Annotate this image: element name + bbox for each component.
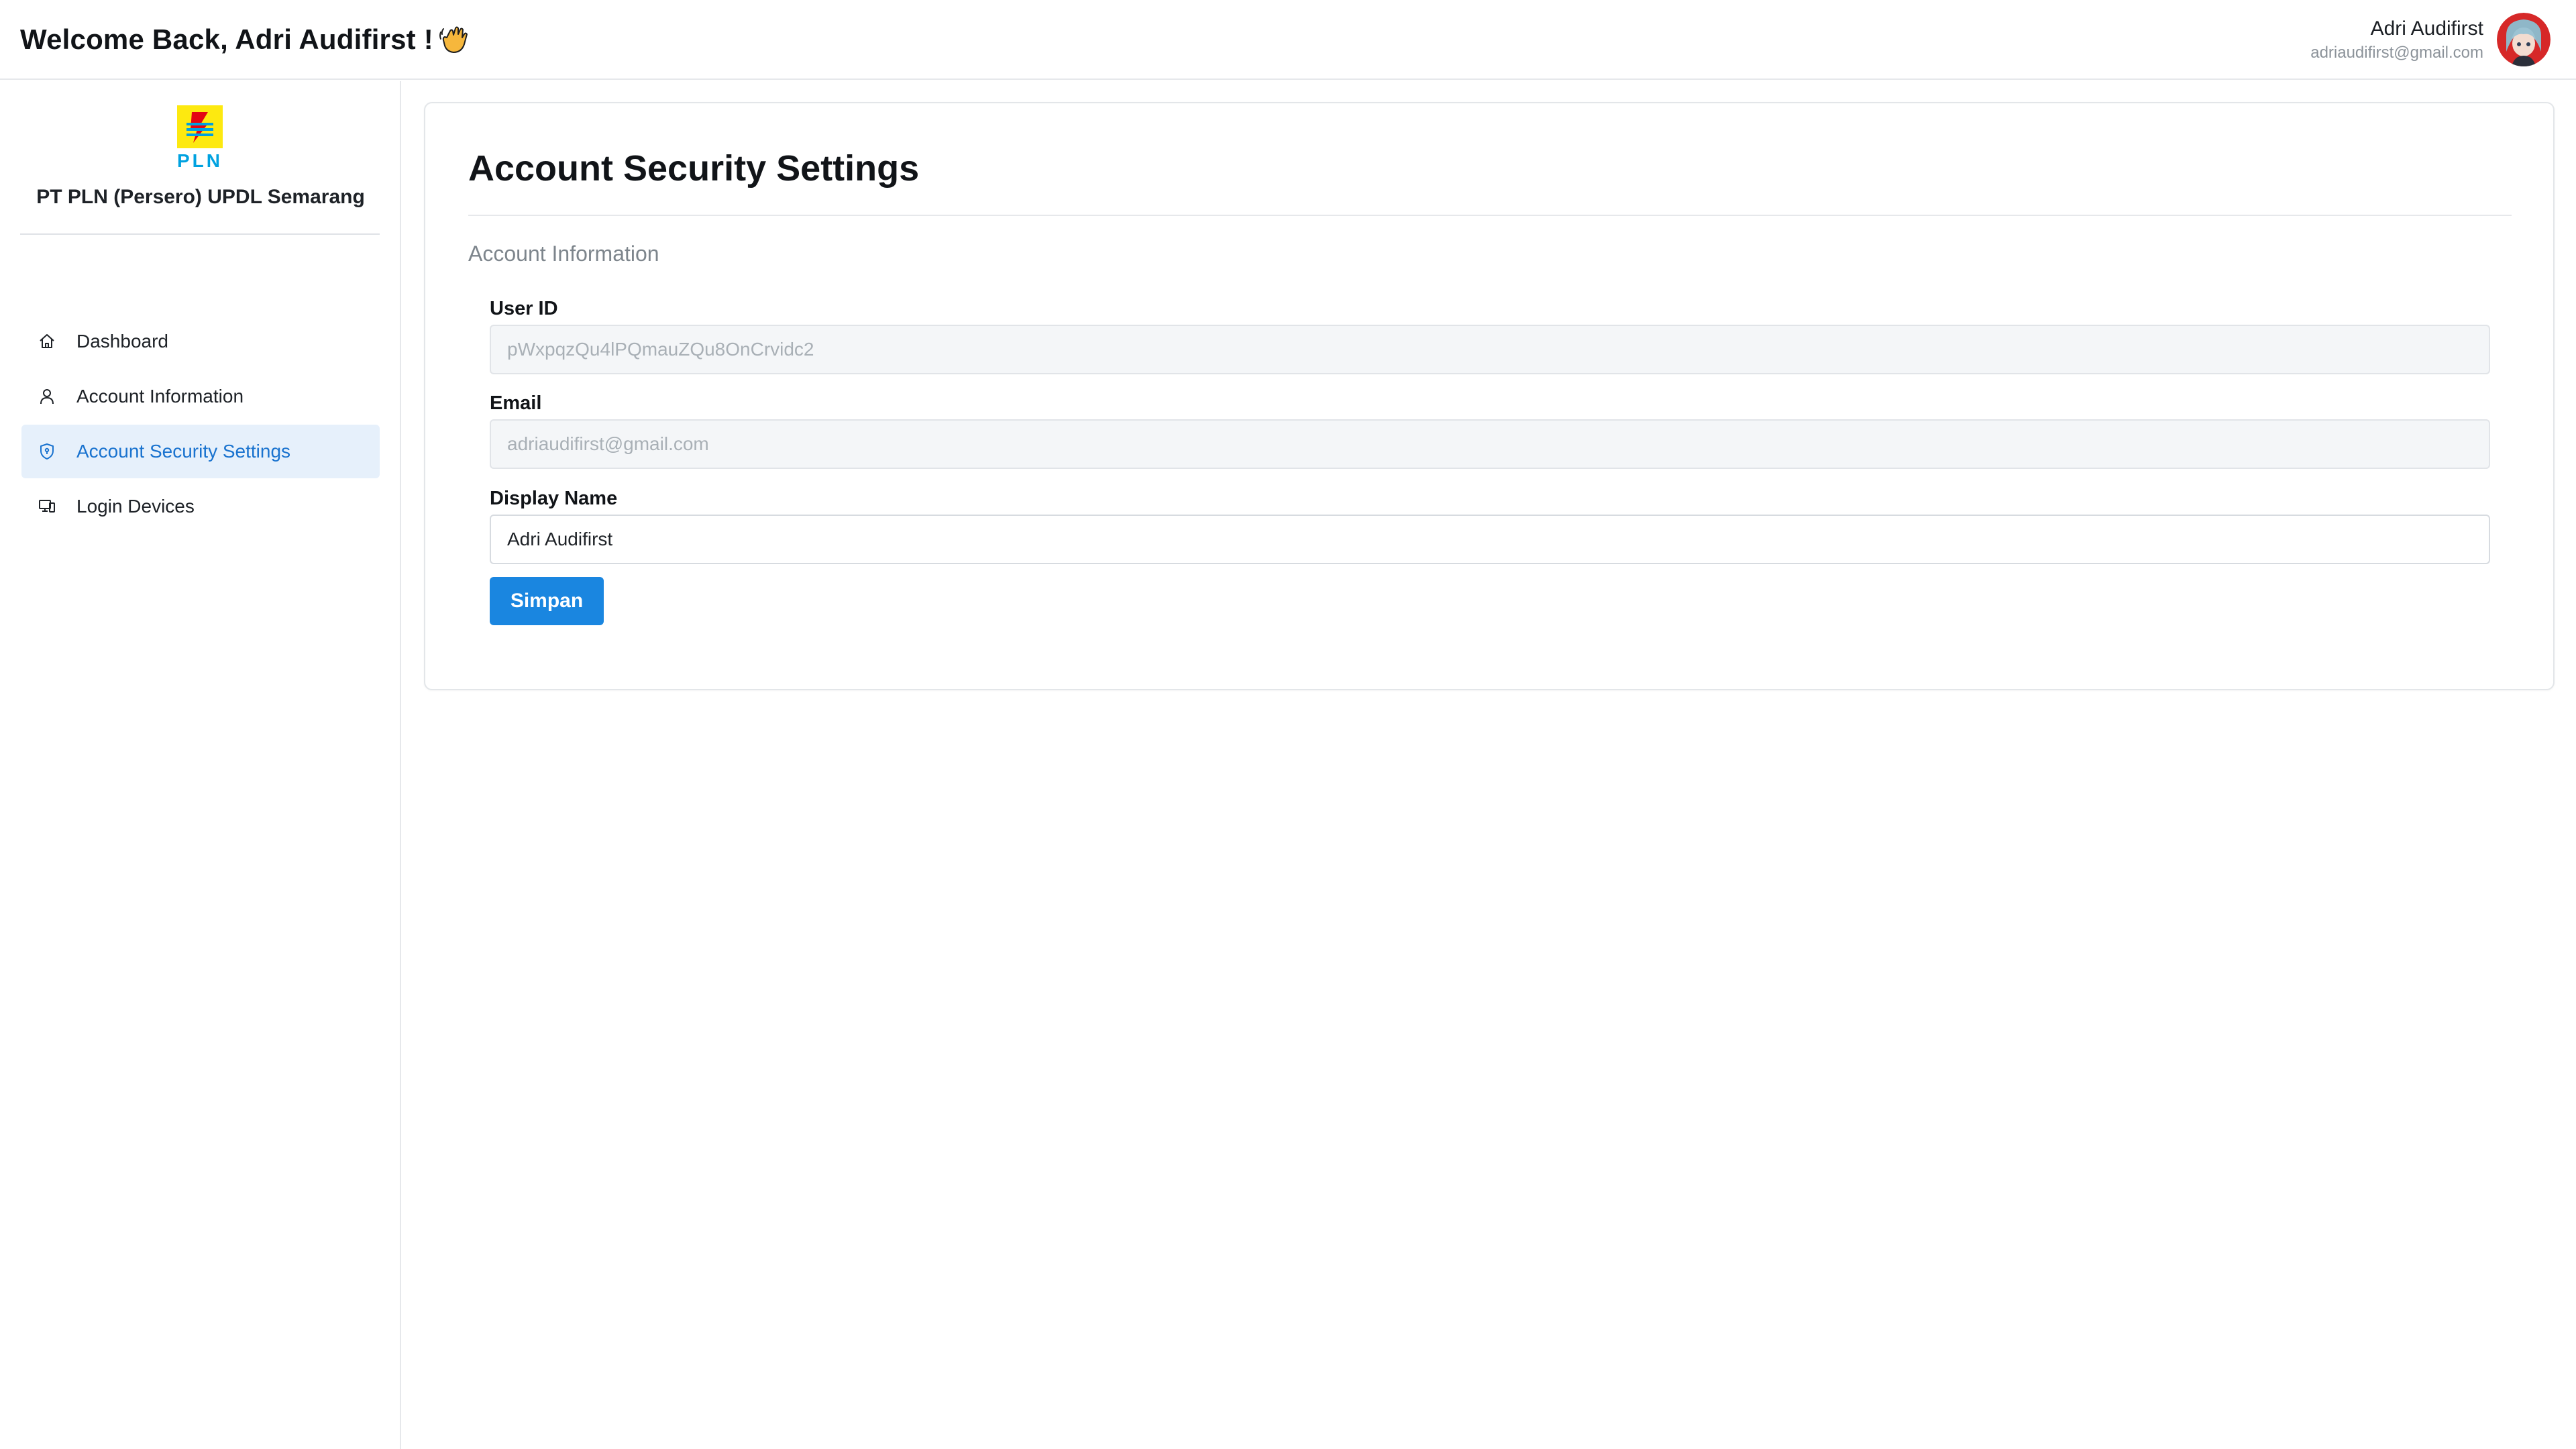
display-name-field[interactable] (490, 515, 2490, 564)
waving-hand-icon (437, 23, 471, 56)
top-header: Welcome Back, Adri Audifirst ! Adri Audi… (0, 0, 2576, 80)
email-label: Email (490, 392, 542, 414)
sidebar: PLN PT PLN (Persero) UPDL Semarang Dashb… (0, 81, 401, 1449)
sidebar-item-label: Login Devices (76, 496, 195, 517)
sidebar-item-dashboard[interactable]: Dashboard (21, 315, 380, 368)
email-field[interactable] (490, 419, 2490, 469)
sidebar-item-label: Account Information (76, 386, 244, 407)
sidebar-item-account-information[interactable]: Account Information (21, 370, 380, 423)
security-settings-card: Account Security Settings Account Inform… (424, 102, 2555, 690)
sidebar-item-label: Account Security Settings (76, 441, 291, 462)
section-title: Account Information (468, 241, 659, 266)
user-id-label: User ID (490, 298, 558, 319)
shield-icon (38, 442, 56, 461)
devices-icon (38, 497, 56, 516)
welcome-heading: Welcome Back, Adri Audifirst ! (20, 23, 471, 56)
page-title: Account Security Settings (468, 148, 920, 189)
sidebar-item-account-security-settings[interactable]: Account Security Settings (21, 425, 380, 478)
user-name: Adri Audifirst (2370, 17, 2483, 40)
pln-logo: PLN (177, 105, 223, 171)
home-icon (38, 332, 56, 351)
sidebar-item-label: Dashboard (76, 331, 168, 352)
sidebar-item-login-devices[interactable]: Login Devices (21, 480, 380, 533)
organization-name: PT PLN (Persero) UPDL Semarang (36, 186, 365, 208)
user-info: Adri Audifirst adriaudifirst@gmail.com (2310, 15, 2483, 64)
display-name-label: Display Name (490, 488, 618, 509)
save-button[interactable]: Simpan (490, 577, 604, 625)
logo-text: PLN (177, 150, 223, 170)
sidebar-nav: Dashboard Account Information Account Se… (21, 315, 380, 535)
user-id-field[interactable] (490, 325, 2490, 374)
sidebar-divider (20, 233, 380, 235)
title-divider (468, 215, 2512, 216)
user-profile[interactable]: Adri Audifirst adriaudifirst@gmail.com (2310, 12, 2551, 66)
avatar[interactable] (2497, 12, 2551, 66)
welcome-text: Welcome Back, Adri Audifirst ! (20, 23, 433, 55)
user-email: adriaudifirst@gmail.com (2310, 43, 2483, 62)
user-icon (38, 387, 56, 406)
